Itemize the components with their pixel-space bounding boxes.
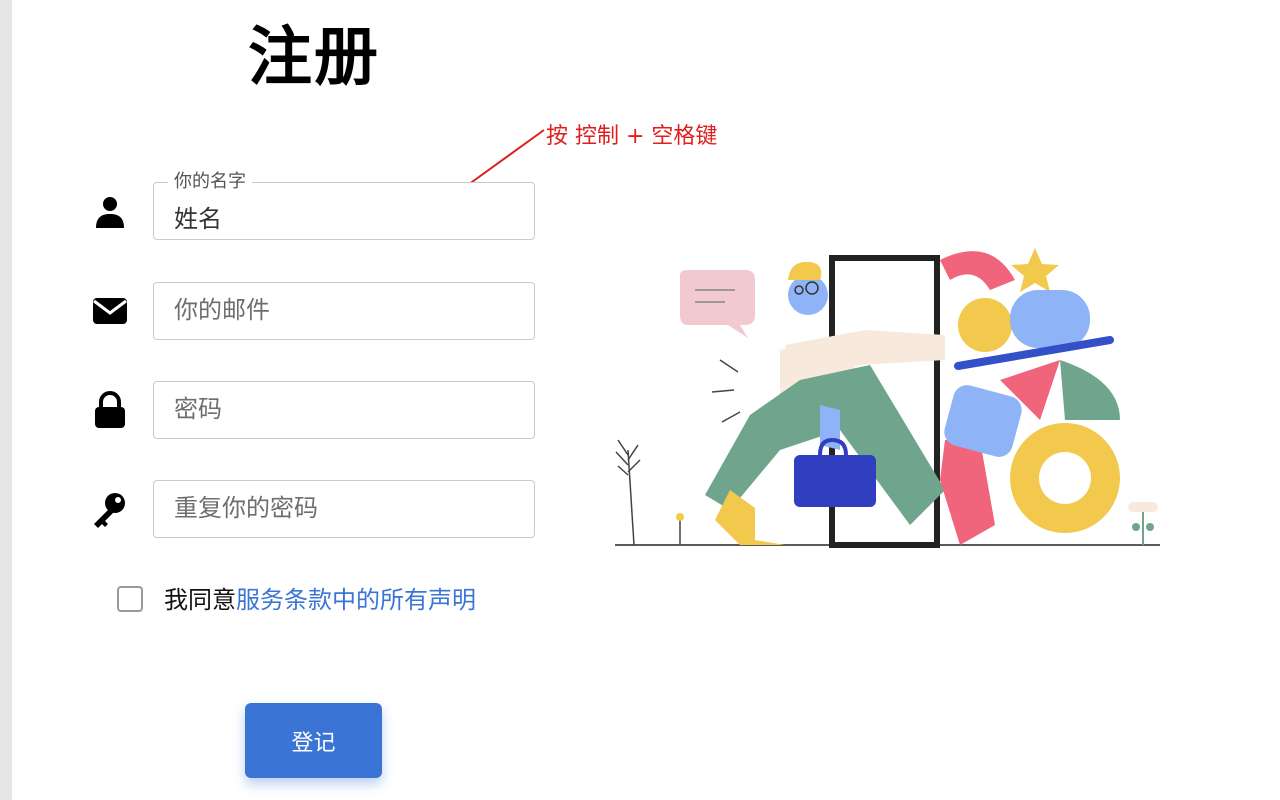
password-field-container (153, 381, 535, 439)
register-button[interactable]: 登记 (245, 703, 382, 778)
email-field-container (153, 282, 535, 340)
lock-icon (88, 388, 132, 432)
person-icon (88, 190, 132, 234)
agree-text: 我同意服务条款中的所有声明 (164, 584, 476, 616)
agree-prefix: 我同意 (164, 586, 236, 614)
repeat-password-field[interactable] (154, 481, 534, 535)
email-field[interactable] (154, 283, 534, 337)
name-field-label: 你的名字 (168, 171, 252, 193)
password-field[interactable] (154, 382, 534, 436)
agree-checkbox[interactable] (117, 586, 143, 612)
annotation-text: 按 控制 + 空格键 (546, 124, 718, 149)
page-title: 注册 (248, 21, 380, 95)
key-icon (88, 487, 132, 531)
terms-link[interactable]: 服务条款中的所有声明 (236, 586, 476, 614)
name-field-container: 你的名字 (153, 171, 535, 243)
envelope-icon (88, 289, 132, 333)
left-edge-bar (0, 0, 12, 800)
signup-illustration (615, 248, 1160, 548)
repeat-password-field-container (153, 480, 535, 538)
